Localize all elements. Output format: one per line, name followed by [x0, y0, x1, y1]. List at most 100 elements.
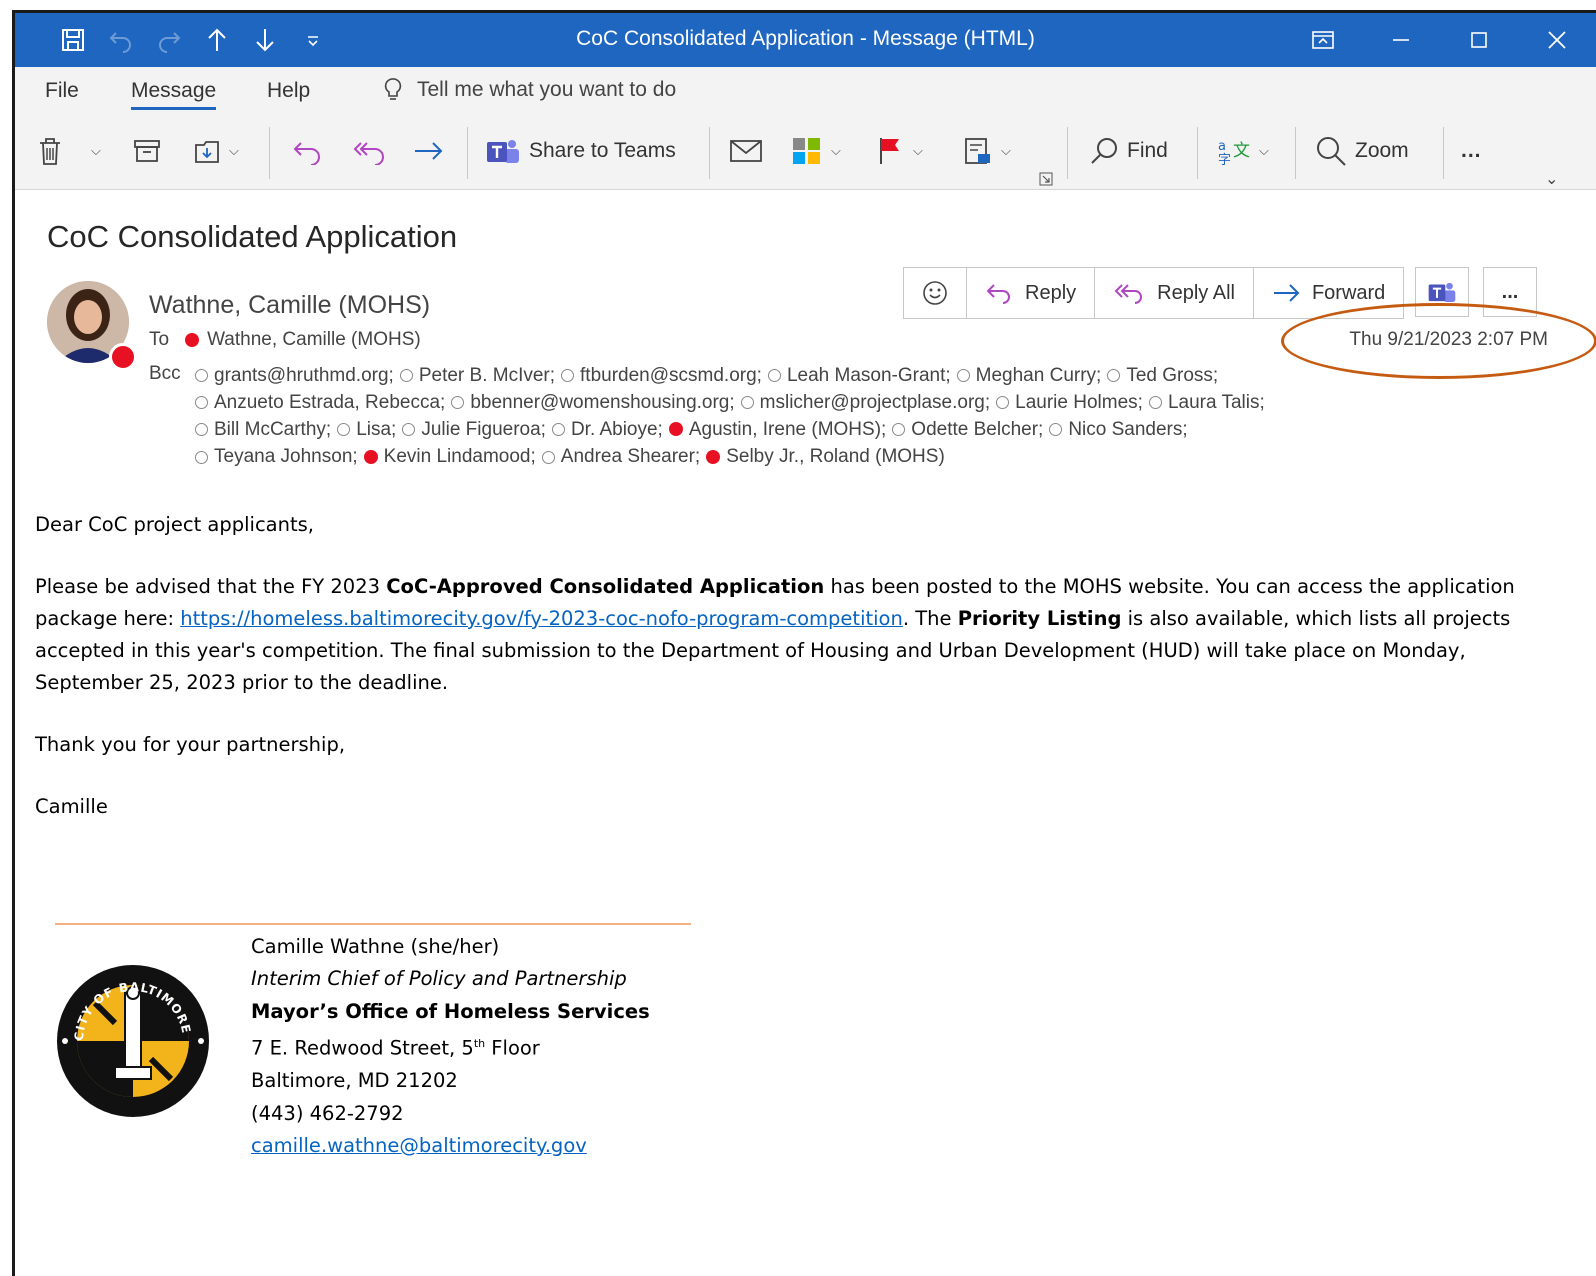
- bcc-recipient[interactable]: Dr. Abioye;: [551, 417, 663, 443]
- bcc-recipient-name: Peter B. McIver;: [418, 365, 556, 386]
- bcc-recipient[interactable]: grants@hruthmd.org;: [195, 363, 394, 389]
- bcc-recipient[interactable]: Lisa;: [337, 417, 396, 443]
- arrow-down-icon[interactable]: [241, 23, 289, 57]
- window-controls: [1284, 13, 1596, 67]
- signature-name: Camille Wathne (she/her): [251, 935, 500, 958]
- signoff: Camille: [35, 795, 108, 818]
- tell-me-search[interactable]: Tell me what you want to do: [383, 77, 676, 103]
- presence-unknown-icon: [551, 423, 565, 437]
- bcc-recipient-name: Meghan Curry;: [975, 365, 1102, 386]
- tab-file[interactable]: File: [45, 79, 79, 103]
- delete-button[interactable]: [37, 133, 63, 169]
- bcc-recipient[interactable]: Teyana Johnson;: [195, 444, 358, 470]
- presence-unknown-icon: [451, 396, 465, 409]
- address-superscript: th: [473, 1037, 486, 1051]
- application-link[interactable]: https://homeless.baltimorecity.gov/fy-20…: [180, 607, 903, 630]
- bcc-recipient[interactable]: Odette Belcher;: [892, 417, 1043, 443]
- presence-busy-icon: [363, 449, 378, 464]
- move-button[interactable]: ⌵: [193, 133, 239, 169]
- mail-ribbon-button[interactable]: [729, 133, 763, 169]
- bcc-recipient[interactable]: Agustin, Irene (MOHS);: [668, 417, 887, 443]
- archive-button[interactable]: [133, 133, 161, 169]
- bcc-recipient[interactable]: bbenner@womenshousing.org;: [451, 390, 735, 416]
- forward-ribbon-button[interactable]: [413, 133, 445, 169]
- bcc-recipient-name: Lisa;: [356, 419, 397, 440]
- chevron-down-icon: ⌵: [229, 143, 239, 158]
- sender-name[interactable]: Wathne, Camille (MOHS): [149, 291, 430, 320]
- bcc-recipient[interactable]: Nico Sanders;: [1049, 417, 1188, 443]
- signature-email-link[interactable]: camille.wathne@baltimorecity.gov: [251, 1134, 587, 1157]
- maximize-icon[interactable]: [1440, 13, 1518, 67]
- body-bold-text: CoC-Approved Consolidated Application: [386, 575, 825, 598]
- forward-button[interactable]: Forward: [1254, 268, 1403, 318]
- arrow-up-icon[interactable]: [193, 23, 241, 57]
- emoji-reaction-button[interactable]: [904, 268, 967, 318]
- tab-message[interactable]: Message: [131, 79, 217, 110]
- apps-button[interactable]: ⌵: [791, 133, 841, 169]
- undo-icon[interactable]: [97, 23, 145, 57]
- save-icon[interactable]: [49, 23, 97, 57]
- baltimore-city-seal: CITY OF BALTIMORE: [55, 963, 211, 1119]
- reply-all-ribbon-button[interactable]: [351, 133, 387, 169]
- presence-unknown-icon: [956, 369, 970, 383]
- address-text: 7 E. Redwood Street, 5: [251, 1036, 474, 1060]
- flag-icon: [880, 138, 899, 164]
- bcc-recipient[interactable]: Anzueto Estrada, Rebecca;: [195, 390, 445, 416]
- teams-chat-button[interactable]: [1415, 267, 1469, 317]
- forward-label: Forward: [1311, 281, 1386, 304]
- bcc-recipient[interactable]: Meghan Curry;: [956, 363, 1102, 389]
- ribbon-divider: [709, 127, 710, 179]
- customize-qat-icon[interactable]: [289, 23, 337, 57]
- signature-office: Mayor’s Office of Homeless Services: [251, 996, 650, 1028]
- chevron-down-icon: ⌵: [913, 143, 923, 158]
- bcc-recipient-name: bbenner@womenshousing.org;: [470, 391, 735, 413]
- share-to-teams-button[interactable]: Share to Teams: [485, 133, 676, 169]
- zoom-button[interactable]: Zoom: [1315, 133, 1409, 169]
- reply-icon: [293, 142, 320, 165]
- presence-unknown-icon: [195, 423, 208, 437]
- redo-icon[interactable]: [145, 23, 193, 57]
- bcc-recipient[interactable]: Bill McCarthy;: [195, 417, 331, 443]
- to-recipient[interactable]: Wathne, Camille (MOHS): [207, 329, 421, 351]
- ribbon-collapse[interactable]: ⌄: [1545, 161, 1558, 197]
- flag-button[interactable]: ⌵: [877, 133, 923, 169]
- bcc-recipient[interactable]: Selby Jr., Roland (MOHS): [706, 444, 945, 470]
- bcc-recipient[interactable]: Laurie Holmes;: [996, 390, 1143, 416]
- dialog-launcher[interactable]: [1039, 161, 1053, 197]
- more-commands-button[interactable]: ...: [1461, 133, 1482, 169]
- signature-title: Interim Chief of Policy and Partnership: [251, 963, 650, 995]
- body-text: . The: [902, 607, 958, 630]
- ribbon-display-options-icon[interactable]: [1284, 13, 1362, 67]
- more-actions-button[interactable]: ...: [1483, 267, 1537, 317]
- ribbon-toolbar: ⌵ ⌵ Share to Teams ⌵ ⌵ ⌵ Find a 字 文 ⌵ Zo…: [15, 115, 1596, 190]
- bcc-recipient[interactable]: Andrea Shearer;: [541, 444, 700, 470]
- close-icon[interactable]: [1518, 13, 1596, 67]
- translate-button[interactable]: a字文 ⌵: [1217, 133, 1269, 169]
- bcc-recipient-name: Laura Talis;: [1167, 391, 1265, 413]
- reply-all-button[interactable]: Reply All: [1095, 268, 1254, 318]
- bcc-recipient[interactable]: Leah Mason-Grant;: [767, 363, 951, 389]
- presence-unknown-icon: [561, 369, 575, 383]
- find-button[interactable]: Find: [1089, 133, 1168, 169]
- signature-address: 7 E. Redwood Street, 5th Floor: [251, 1028, 650, 1065]
- bcc-recipient[interactable]: mslicher@projectplase.org;: [740, 390, 990, 416]
- bcc-recipient[interactable]: Laura Talis;: [1148, 390, 1265, 416]
- read-aloud-button[interactable]: ⌵: [963, 133, 1011, 169]
- apps-icon: [793, 138, 820, 164]
- reply-ribbon-button[interactable]: [291, 133, 323, 169]
- tab-help[interactable]: Help: [267, 79, 310, 103]
- chevron-down-icon: ⌵: [1259, 143, 1269, 158]
- bcc-recipient[interactable]: Ted Gross;: [1107, 363, 1218, 389]
- bcc-recipient-name: Agustin, Irene (MOHS);: [688, 418, 887, 440]
- ribbon-divider: [1197, 127, 1198, 179]
- delete-dropdown[interactable]: ⌵: [91, 133, 101, 169]
- bcc-recipient[interactable]: Julie Figueroa;: [402, 417, 546, 443]
- bcc-recipient[interactable]: Kevin Lindamood;: [363, 444, 536, 470]
- signature-office-text: Mayor’s Office of Homeless Services: [251, 999, 650, 1023]
- bcc-recipient[interactable]: Peter B. McIver;: [399, 363, 556, 389]
- bcc-recipient-name: Teyana Johnson;: [214, 446, 358, 468]
- reply-button[interactable]: Reply: [967, 268, 1096, 318]
- bcc-recipient[interactable]: ftburden@scsmd.org;: [561, 363, 762, 389]
- minimize-icon[interactable]: [1362, 13, 1440, 67]
- chevron-down-icon: ⌵: [831, 143, 841, 158]
